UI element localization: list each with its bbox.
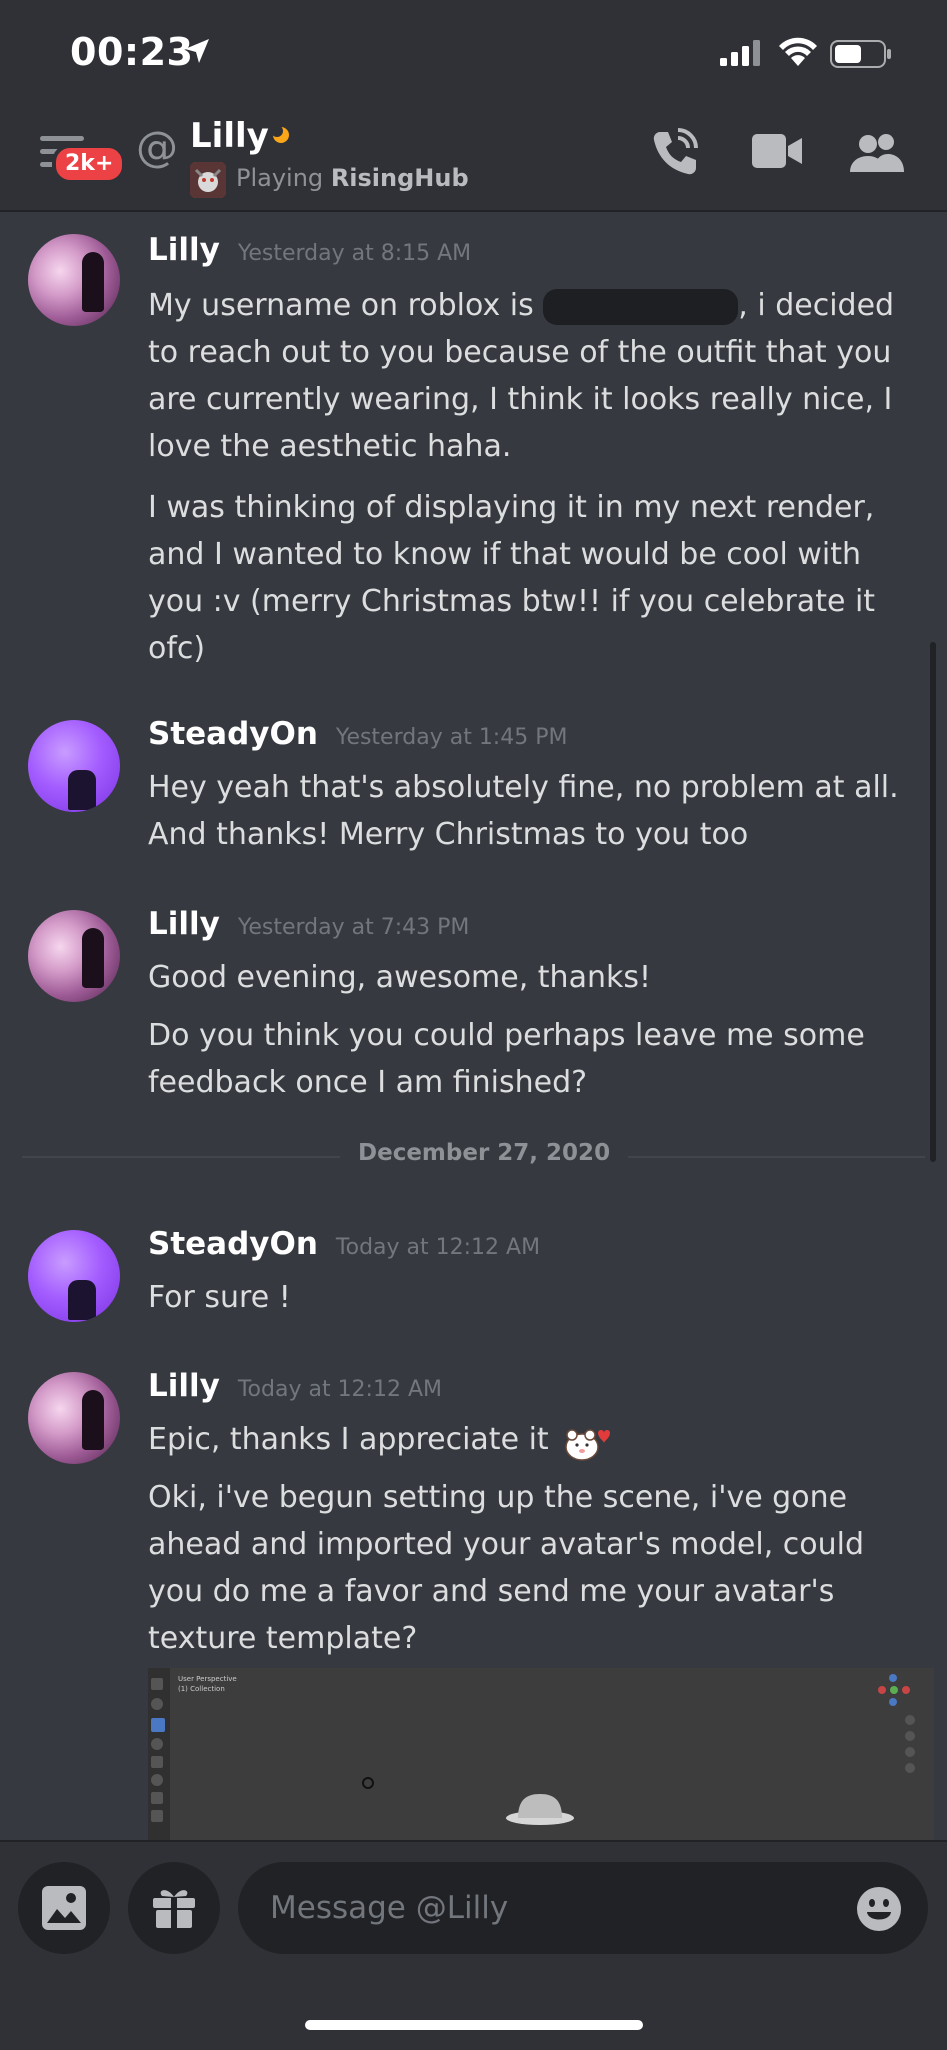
signal-icon bbox=[720, 40, 760, 66]
notification-badge: 2k+ bbox=[52, 144, 127, 184]
home-indicator[interactable] bbox=[305, 2020, 643, 2030]
message-author[interactable]: Lilly Yesterday at 8:15 AM bbox=[148, 232, 471, 268]
redacted-username bbox=[543, 288, 739, 325]
message-text-part: Epic, thanks I appreciate it bbox=[148, 1422, 549, 1457]
avatar[interactable] bbox=[28, 1372, 120, 1464]
image-icon bbox=[42, 1886, 86, 1930]
dm-header: 2k+ @ Lilly Playing RisingHub bbox=[0, 100, 947, 212]
avatar[interactable] bbox=[28, 910, 120, 1002]
game-icon bbox=[190, 162, 226, 198]
message-text: Epic, thanks I appreciate it bbox=[148, 1416, 908, 1463]
battery-icon bbox=[830, 40, 891, 68]
contact-name[interactable]: Lilly bbox=[190, 116, 269, 156]
avatar[interactable] bbox=[28, 234, 120, 326]
message-timestamp: Yesterday at 1:45 PM bbox=[335, 725, 568, 750]
message-text: Do you think you could perhaps leave me … bbox=[148, 1018, 865, 1100]
message-timestamp: Today at 12:12 AM bbox=[335, 1235, 541, 1260]
message-author[interactable]: Lilly Today at 12:12 AM bbox=[148, 1368, 442, 1404]
video-camera-icon[interactable] bbox=[752, 134, 802, 168]
chat-scrollbar[interactable] bbox=[930, 642, 936, 1162]
message-list[interactable]: Lilly Yesterday at 8:15 AM My username on… bbox=[0, 212, 947, 1840]
gift-button[interactable] bbox=[128, 1862, 220, 1954]
viewport-label: User Perspective (1) Collection bbox=[178, 1674, 237, 1694]
message-author[interactable]: SteadyOn Today at 12:12 AM bbox=[148, 1226, 540, 1262]
activity-game: RisingHub bbox=[330, 164, 469, 192]
message-composer bbox=[0, 1840, 947, 2050]
message-timestamp: Yesterday at 7:43 PM bbox=[237, 915, 470, 940]
message-input[interactable] bbox=[238, 1862, 928, 1954]
message-author[interactable]: Lilly Yesterday at 7:43 PM bbox=[148, 906, 469, 942]
status-bar: 00:23 bbox=[0, 0, 947, 100]
at-icon: @ bbox=[136, 122, 178, 171]
status-time: 00:23 bbox=[70, 30, 194, 74]
author-name: SteadyOn bbox=[148, 1226, 318, 1262]
message-text: I was thinking of displaying it in my ne… bbox=[148, 490, 876, 666]
activity-prefix: Playing bbox=[236, 164, 324, 192]
location-arrow-icon bbox=[185, 39, 209, 63]
message-timestamp: Yesterday at 8:15 AM bbox=[237, 241, 472, 266]
date-divider: December 27, 2020 bbox=[340, 1140, 629, 1166]
message-author[interactable]: SteadyOn Yesterday at 1:45 PM bbox=[148, 716, 567, 752]
message-text: Good evening, awesome, thanks! bbox=[148, 960, 651, 995]
author-name: SteadyOn bbox=[148, 716, 318, 752]
message-timestamp: Today at 12:12 AM bbox=[237, 1377, 442, 1402]
gift-icon bbox=[153, 1890, 195, 1930]
author-name: Lilly bbox=[148, 1368, 220, 1404]
bear-heart-sticker bbox=[565, 1428, 611, 1461]
author-name: Lilly bbox=[148, 232, 220, 268]
emoji-icon[interactable] bbox=[856, 1886, 902, 1932]
viewport-collection: (1) Collection bbox=[178, 1685, 225, 1693]
avatar[interactable] bbox=[28, 720, 120, 812]
idle-moon-icon bbox=[272, 126, 289, 143]
wifi-icon bbox=[779, 37, 817, 66]
message-text: Hey yeah that's absolutely fine, no prob… bbox=[148, 770, 899, 852]
viewport-preview bbox=[148, 1668, 934, 1840]
image-upload-button[interactable] bbox=[18, 1862, 110, 1954]
author-name: Lilly bbox=[148, 906, 220, 942]
members-icon[interactable] bbox=[850, 132, 904, 172]
message-text-part: My username on roblox is bbox=[148, 288, 534, 323]
phone-call-icon[interactable] bbox=[650, 126, 698, 178]
avatar[interactable] bbox=[28, 1230, 120, 1322]
message-text: Oki, i've begun setting up the scene, i'… bbox=[148, 1480, 865, 1656]
message-text: My username on roblox is , i decided to … bbox=[148, 282, 908, 470]
message-text: For sure ! bbox=[148, 1280, 291, 1315]
viewport-perspective: User Perspective bbox=[178, 1675, 237, 1683]
activity-status: Playing RisingHub bbox=[236, 164, 469, 192]
image-attachment[interactable]: User Perspective (1) Collection bbox=[148, 1668, 934, 1840]
